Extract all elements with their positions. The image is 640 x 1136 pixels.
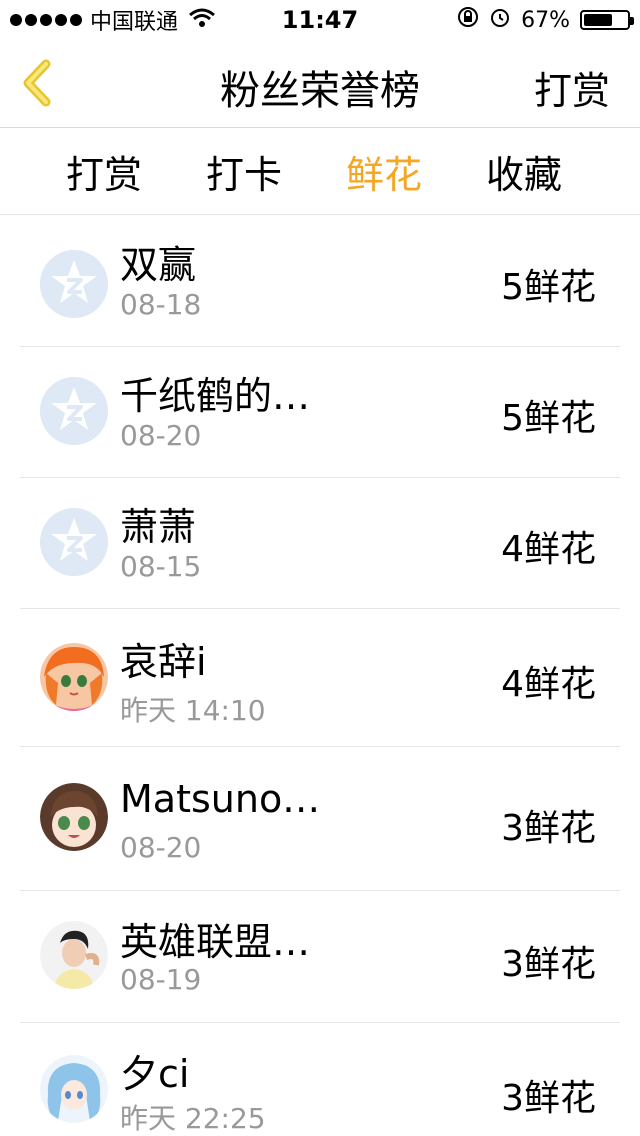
- nav-bar: 粉丝荣誉榜 打赏: [0, 40, 640, 128]
- user-name: Matsuno…: [120, 777, 321, 821]
- default-avatar-icon: [40, 250, 108, 318]
- flower-count: 5鲜花: [501, 267, 596, 308]
- tab-flowers[interactable]: 鲜花: [346, 144, 430, 199]
- user-date: 08-15: [120, 550, 202, 583]
- flower-count: 3鲜花: [501, 944, 596, 985]
- flower-count: 3鲜花: [501, 808, 596, 849]
- user-name: 英雄联盟…: [120, 920, 311, 964]
- anime-avatar: [40, 643, 108, 711]
- tab-favorites[interactable]: 收藏: [486, 144, 570, 199]
- flower-count: 4鲜花: [501, 664, 596, 705]
- anime-avatar: [40, 1055, 108, 1123]
- photo-avatar: [40, 921, 108, 989]
- fan-ranking-list: 双赢 08-18 5鲜花 千纸鹤的… 08-20 5鲜花 萧萧 08-15 4鲜…: [20, 216, 620, 1136]
- tab-bar: 打赏 打卡 鲜花 收藏: [0, 129, 640, 215]
- default-avatar-icon: [40, 377, 108, 445]
- flower-count: 3鲜花: [501, 1078, 596, 1119]
- user-date: 08-19: [120, 963, 202, 996]
- tab-checkin[interactable]: 打卡: [206, 144, 290, 199]
- reward-button[interactable]: 打赏: [534, 60, 610, 115]
- alarm-icon: [489, 6, 511, 34]
- user-date: 08-20: [120, 419, 202, 452]
- user-date: 昨天 14:10: [120, 694, 266, 727]
- default-avatar-icon: [40, 508, 108, 576]
- flower-count: 4鲜花: [501, 529, 596, 570]
- anime-avatar: [40, 783, 108, 851]
- user-name: 夕ci: [120, 1052, 190, 1096]
- user-date: 08-18: [120, 288, 202, 321]
- status-bar: 中国联通 11:47 67%: [0, 0, 640, 40]
- user-date: 08-20: [120, 831, 202, 864]
- user-name: 萧萧: [120, 505, 197, 549]
- battery-icon: [580, 10, 634, 30]
- list-item[interactable]: 英雄联盟… 08-19 3鲜花: [20, 891, 620, 1023]
- rotation-lock-icon: [457, 6, 479, 34]
- list-item[interactable]: Matsuno… 08-20 3鲜花: [20, 747, 620, 891]
- list-item[interactable]: 双赢 08-18 5鲜花: [20, 216, 620, 347]
- user-date: 昨天 22:25: [120, 1102, 266, 1135]
- list-item[interactable]: 哀辞i 昨天 14:10 4鲜花: [20, 609, 620, 747]
- list-item[interactable]: 夕ci 昨天 22:25 3鲜花: [20, 1023, 620, 1136]
- tab-reward[interactable]: 打赏: [66, 144, 150, 199]
- list-item[interactable]: 千纸鹤的… 08-20 5鲜花: [20, 347, 620, 478]
- battery-percent: 67%: [521, 7, 570, 33]
- battery-fill: [584, 14, 613, 26]
- flower-count: 5鲜花: [501, 398, 596, 439]
- user-name: 哀辞i: [120, 640, 207, 684]
- user-name: 双赢: [120, 243, 197, 287]
- user-name: 千纸鹤的…: [120, 374, 311, 418]
- list-item[interactable]: 萧萧 08-15 4鲜花: [20, 478, 620, 609]
